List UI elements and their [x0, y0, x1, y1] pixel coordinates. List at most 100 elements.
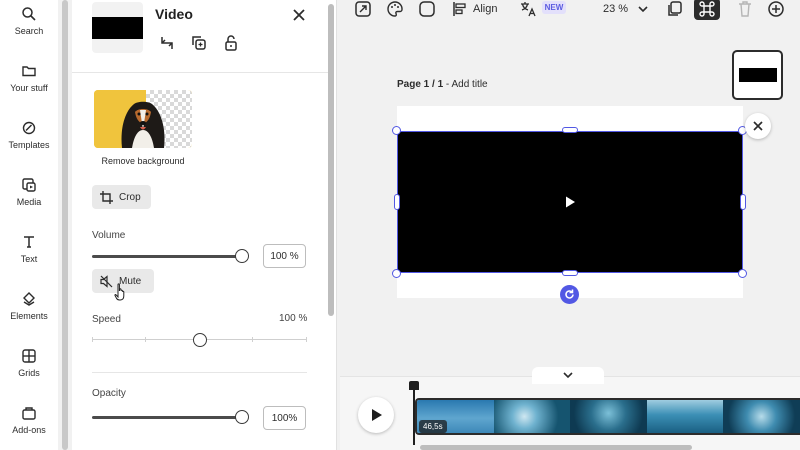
command-icon [699, 1, 715, 17]
chevron-down-icon[interactable] [634, 0, 652, 18]
resize-handle-bottom-left[interactable] [392, 269, 401, 278]
rotate-handle[interactable] [560, 285, 579, 304]
templates-icon [22, 121, 36, 135]
rotate-icon [565, 289, 574, 299]
rail-item-elements[interactable]: Elements [0, 291, 58, 321]
rail-item-label: Elements [10, 311, 48, 321]
duplicate-icon[interactable] [190, 34, 208, 52]
rail-item-label: Search [14, 26, 44, 36]
play-icon[interactable] [563, 195, 577, 209]
replace-icon[interactable] [158, 34, 176, 52]
rail-item-text[interactable]: Text [0, 234, 58, 264]
crop-label: Crop [119, 191, 141, 203]
resize-handle-left[interactable] [394, 194, 400, 210]
media-icon [22, 178, 36, 192]
chevron-down-icon [563, 372, 573, 379]
folder-icon [22, 66, 36, 77]
clip-frame [570, 400, 647, 433]
page-label[interactable]: Page 1 / 1 - Add title [397, 79, 488, 90]
text-icon [24, 236, 34, 248]
page-number: Page 1 / 1 [397, 79, 444, 90]
crop-icon [100, 190, 113, 204]
play-icon [372, 409, 382, 421]
volume-value-field[interactable]: 100 % [263, 244, 306, 268]
color-palette-icon[interactable] [386, 0, 404, 18]
remove-background-card[interactable] [94, 90, 192, 148]
mute-icon [100, 274, 113, 288]
speed-tick [145, 337, 146, 342]
add-circle-icon[interactable] [767, 0, 785, 18]
arrange-tool-active[interactable] [694, 0, 720, 20]
speed-value: 100 % [279, 313, 308, 324]
left-rail: Search Your stuff Templates Media Text E… [0, 0, 58, 450]
resize-handle-bottom[interactable] [562, 270, 578, 276]
playhead[interactable] [413, 388, 415, 445]
close-panel-icon[interactable] [290, 6, 308, 24]
video-properties-panel: Video Remove background Crop Volume 100 … [72, 0, 337, 450]
speed-slider-knob[interactable] [192, 333, 207, 347]
elements-icon [23, 292, 35, 306]
speed-tick [252, 337, 253, 342]
resize-handle-top-left[interactable] [392, 126, 401, 135]
rail-item-label: Templates [8, 140, 50, 150]
rail-item-label: Add-ons [12, 425, 46, 435]
rail-item-templates[interactable]: Templates [0, 120, 58, 150]
deselect-button[interactable] [745, 113, 771, 139]
rail-item-your-stuff[interactable]: Your stuff [0, 63, 58, 93]
search-icon [22, 7, 36, 21]
timeline-scrollbar[interactable] [420, 445, 692, 450]
unlock-icon[interactable] [222, 34, 240, 52]
rail-item-search[interactable]: Search [0, 6, 58, 36]
resize-handle-top[interactable] [562, 127, 578, 133]
clip-duration: 46,5s [419, 420, 447, 433]
hand-cursor-icon [114, 283, 125, 301]
page-thumbnail[interactable] [732, 50, 783, 100]
volume-slider-track[interactable] [92, 255, 242, 258]
grids-icon [22, 349, 36, 363]
selected-video[interactable] [397, 131, 743, 273]
panel-divider [72, 72, 330, 73]
opacity-value-field[interactable]: 100% [263, 406, 306, 430]
rail-item-label: Grids [18, 368, 40, 378]
addons-icon [22, 407, 36, 420]
dog-image [94, 90, 192, 148]
volume-slider-knob[interactable] [235, 249, 249, 263]
rail-item-label: Media [16, 197, 42, 207]
resize-handle-right[interactable] [740, 194, 746, 210]
translate-icon[interactable] [519, 0, 537, 18]
clip-frame [723, 400, 800, 433]
panel-scrollbar[interactable] [328, 4, 334, 316]
rail-item-add-ons[interactable]: Add-ons [0, 405, 58, 435]
video-thumbnail [92, 2, 143, 53]
timeline-play-button[interactable] [358, 397, 394, 433]
speed-tick [92, 337, 93, 342]
video-clip-track[interactable] [415, 398, 800, 435]
panel-divider [92, 372, 307, 373]
panel-title: Video [155, 6, 193, 22]
remove-background-label[interactable]: Remove background [92, 156, 194, 166]
clip-frame [646, 400, 724, 433]
new-badge: NEW [542, 1, 566, 14]
rail-scrollbar[interactable] [62, 0, 68, 450]
opacity-slider-knob[interactable] [235, 410, 249, 424]
layers-icon[interactable] [666, 0, 684, 18]
resize-icon[interactable] [354, 0, 372, 18]
rail-item-label: Your stuff [10, 83, 48, 93]
crop-button[interactable]: Crop [92, 185, 151, 209]
add-title-link[interactable]: - Add title [443, 79, 488, 90]
align-button[interactable]: Align [473, 3, 497, 15]
opacity-label: Opacity [92, 388, 126, 399]
opacity-slider-track[interactable] [92, 416, 242, 419]
resize-handle-bottom-right[interactable] [738, 269, 747, 278]
align-icon[interactable] [451, 0, 469, 18]
speed-tick [306, 337, 307, 342]
trash-icon[interactable] [736, 0, 754, 18]
speed-label: Speed [92, 314, 121, 325]
rail-item-grids[interactable]: Grids [0, 348, 58, 378]
zoom-level[interactable]: 23 % [603, 3, 628, 15]
timeline-collapse-tab[interactable] [532, 367, 604, 384]
rail-item-media[interactable]: Media [0, 177, 58, 207]
volume-label: Volume [92, 230, 126, 241]
rail-item-label: Text [20, 254, 38, 264]
shape-icon[interactable] [418, 0, 436, 18]
